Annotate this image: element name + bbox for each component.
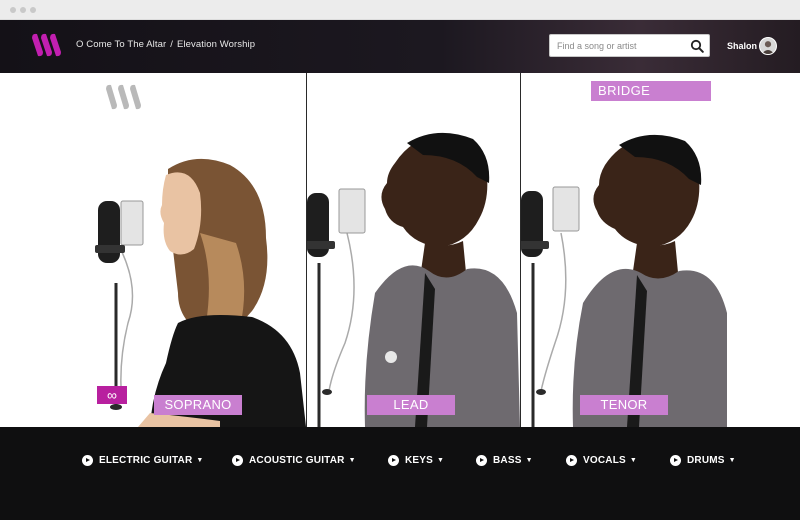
instrument-bar: ELECTRIC GUITAR ▼ ACOUSTIC GUITAR ▼ KEYS ▼ … [0,427,800,520]
dropdown-caret-icon[interactable]: ▼ [437,457,444,464]
loop-toggle-button[interactable]: ∞ [97,386,127,404]
watermark-logo-icon [106,84,141,110]
search-icon[interactable] [690,39,704,53]
part-label-soprano[interactable]: SOPRANO [154,395,242,415]
window-dot-icon [20,7,26,13]
video-panel-soprano[interactable]: ∞ SOPRANO [0,73,306,427]
part-label-lead[interactable]: LEAD [367,395,455,415]
play-icon[interactable] [82,455,93,466]
lead-singer-image [307,132,520,427]
instrument-label: KEYS [405,455,434,466]
search-box [549,34,710,57]
play-icon[interactable] [388,455,399,466]
artist-link[interactable]: Elevation Worship [177,39,255,50]
section-label-bridge: BRIDGE [591,81,711,101]
dropdown-caret-icon[interactable]: ▼ [196,457,203,464]
instrument-label: VOCALS [583,455,626,466]
part-label-tenor[interactable]: TENOR [580,395,668,415]
video-panel-lead[interactable]: LEAD [307,73,520,427]
top-navigation-bar: O Come To The Altar /Elevation Worship Sh… [0,20,800,73]
dropdown-caret-icon[interactable]: ▼ [630,457,637,464]
dropdown-caret-icon[interactable]: ▼ [349,457,356,464]
user-avatar[interactable] [759,37,777,55]
instrument-label: BASS [493,455,522,466]
multitracks-logo-icon[interactable] [30,32,62,58]
browser-chrome [0,0,800,20]
window-dot-icon [10,7,16,13]
breadcrumb: O Come To The Altar / Elevation Worship [76,39,255,50]
video-stage: ∞ SOPRANO LEAD TENOR BRIDGE [0,73,800,427]
tenor-singer-image [521,134,800,427]
dropdown-caret-icon[interactable]: ▼ [526,457,533,464]
dropdown-caret-icon[interactable]: ▼ [729,457,736,464]
breadcrumb-separator: / [170,39,174,50]
window-dot-icon [30,7,36,13]
video-panel-tenor[interactable]: TENOR [521,73,800,427]
user-name[interactable]: Shalon [727,41,757,51]
soprano-singer-image [95,158,306,427]
song-title-link[interactable]: O Come To The Altar [76,39,166,50]
play-icon[interactable] [232,455,243,466]
play-icon[interactable] [566,455,577,466]
play-icon[interactable] [476,455,487,466]
instrument-label: ELECTRIC GUITAR [99,455,193,466]
instrument-label: ACOUSTIC GUITAR [249,455,345,466]
instrument-label: DRUMS [687,455,725,466]
search-input[interactable] [550,35,685,56]
play-icon[interactable] [670,455,681,466]
avatar-icon [761,41,775,54]
